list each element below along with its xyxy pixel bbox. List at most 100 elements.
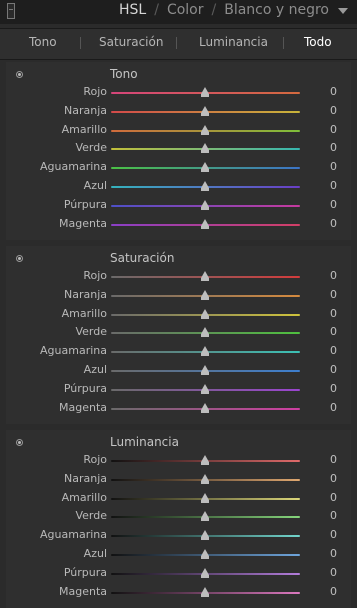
hsl-mode-link[interactable]: HSL bbox=[119, 2, 146, 18]
slider-row-saturacion-7: Magenta 0 bbox=[6, 400, 351, 418]
slider-label: Amarillo bbox=[61, 306, 107, 320]
slider-thumb[interactable] bbox=[201, 162, 209, 173]
slider-label: Magenta bbox=[58, 584, 107, 598]
slider-row-luminancia-0: Rojo 0 bbox=[6, 452, 351, 470]
slider-label: Amarillo bbox=[61, 122, 107, 136]
slider-label: Naranja bbox=[63, 103, 107, 117]
color-mode-link[interactable]: Color bbox=[167, 2, 204, 18]
slider-thumb[interactable] bbox=[201, 105, 209, 116]
target-adjust-icon[interactable] bbox=[16, 439, 23, 446]
tab-divider bbox=[176, 37, 177, 49]
slider-thumb[interactable] bbox=[201, 143, 209, 154]
tab-todo[interactable]: Todo bbox=[304, 35, 332, 49]
slider-row-tono-6: Púrpura 0 bbox=[6, 197, 351, 215]
slider-thumb[interactable] bbox=[201, 473, 209, 484]
panel-switch-icon[interactable] bbox=[7, 3, 15, 19]
slider-value[interactable]: 0 bbox=[330, 325, 337, 338]
slider-label: Verde bbox=[75, 141, 107, 155]
slider-value[interactable]: 0 bbox=[330, 217, 337, 230]
slider-thumb[interactable] bbox=[201, 289, 209, 300]
target-adjust-icon[interactable] bbox=[16, 255, 23, 262]
slider-value[interactable]: 0 bbox=[330, 472, 337, 485]
slider-value[interactable]: 0 bbox=[330, 269, 337, 282]
slider-label: Magenta bbox=[58, 216, 107, 230]
section-title: Saturación bbox=[110, 251, 175, 265]
slider-label: Púrpura bbox=[63, 381, 107, 395]
slider-value[interactable]: 0 bbox=[330, 566, 337, 579]
slider-thumb[interactable] bbox=[201, 455, 209, 465]
slider-thumb[interactable] bbox=[201, 346, 209, 357]
slider-thumb[interactable] bbox=[201, 199, 209, 210]
bw-mode-link[interactable]: Blanco y negro bbox=[224, 2, 329, 18]
slider-value[interactable]: 0 bbox=[330, 288, 337, 301]
slider-value[interactable]: 0 bbox=[330, 528, 337, 541]
slider-row-saturacion-4: Aguamarina 0 bbox=[6, 343, 351, 361]
slider-label: Púrpura bbox=[63, 565, 107, 579]
slider-row-tono-0: Rojo 0 bbox=[6, 84, 351, 102]
slider-label: Verde bbox=[75, 509, 107, 523]
slider-thumb[interactable] bbox=[201, 511, 209, 522]
slider-label: Aguamarina bbox=[40, 160, 107, 174]
slider-label: Naranja bbox=[63, 471, 107, 485]
slider-value[interactable]: 0 bbox=[330, 160, 337, 173]
tab-divider bbox=[80, 37, 81, 49]
slider-value[interactable]: 0 bbox=[330, 104, 337, 117]
slider-thumb[interactable] bbox=[201, 530, 209, 541]
slider-value[interactable]: 0 bbox=[330, 547, 337, 560]
slider-value[interactable]: 0 bbox=[330, 307, 337, 320]
tab-luminancia[interactable]: Luminancia bbox=[199, 35, 268, 49]
target-adjust-icon[interactable] bbox=[16, 71, 23, 78]
slider-thumb[interactable] bbox=[201, 365, 209, 375]
slider-value[interactable]: 0 bbox=[330, 123, 337, 136]
slider-thumb[interactable] bbox=[201, 124, 209, 135]
slider-row-tono-7: Magenta 0 bbox=[6, 216, 351, 234]
slider-row-luminancia-6: Púrpura 0 bbox=[6, 565, 351, 583]
slider-label: Amarillo bbox=[61, 490, 107, 504]
slider-row-saturacion-2: Amarillo 0 bbox=[6, 306, 351, 324]
slider-thumb[interactable] bbox=[201, 402, 209, 413]
slider-row-saturacion-1: Naranja 0 bbox=[6, 287, 351, 305]
slider-thumb[interactable] bbox=[201, 308, 209, 319]
slider-thumb[interactable] bbox=[201, 218, 209, 229]
slider-row-saturacion-5: Azul 0 bbox=[6, 362, 351, 380]
hsl-tab-bar: Tono Saturación Luminancia Todo bbox=[0, 28, 357, 60]
slider-thumb[interactable] bbox=[201, 327, 209, 338]
title-separator: / bbox=[154, 2, 159, 18]
slider-value[interactable]: 0 bbox=[330, 363, 337, 376]
tab-tono[interactable]: Tono bbox=[29, 35, 57, 49]
slider-thumb[interactable] bbox=[201, 549, 209, 559]
slider-label: Aguamarina bbox=[40, 528, 107, 542]
slider-label: Rojo bbox=[83, 85, 107, 98]
slider-value[interactable]: 0 bbox=[330, 85, 337, 98]
slider-value[interactable]: 0 bbox=[330, 401, 337, 414]
slider-value[interactable]: 0 bbox=[330, 585, 337, 598]
slider-label: Azul bbox=[83, 363, 107, 376]
slider-thumb[interactable] bbox=[201, 492, 209, 503]
collapse-panel-icon[interactable] bbox=[338, 8, 348, 14]
slider-value[interactable]: 0 bbox=[330, 141, 337, 154]
slider-value[interactable]: 0 bbox=[330, 344, 337, 357]
slider-value[interactable]: 0 bbox=[330, 453, 337, 466]
tab-saturacion[interactable]: Saturación bbox=[99, 35, 163, 49]
slider-thumb[interactable] bbox=[201, 586, 209, 597]
panel-title-bar: HSL / Color / Blanco y negro bbox=[119, 2, 329, 18]
slider-label: Rojo bbox=[83, 269, 107, 282]
slider-thumb[interactable] bbox=[201, 87, 209, 97]
slider-row-saturacion-6: Púrpura 0 bbox=[6, 381, 351, 399]
slider-row-luminancia-4: Aguamarina 0 bbox=[6, 527, 351, 545]
slider-row-tono-2: Amarillo 0 bbox=[6, 122, 351, 140]
slider-label: Verde bbox=[75, 325, 107, 339]
slider-value[interactable]: 0 bbox=[330, 509, 337, 522]
slider-row-luminancia-3: Verde 0 bbox=[6, 508, 351, 526]
slider-value[interactable]: 0 bbox=[330, 179, 337, 192]
slider-value[interactable]: 0 bbox=[330, 382, 337, 395]
slider-thumb[interactable] bbox=[201, 567, 209, 578]
slider-value[interactable]: 0 bbox=[330, 491, 337, 504]
slider-thumb[interactable] bbox=[201, 271, 209, 281]
section-tono: Tono Rojo 0 Naranja 0 Amarillo 0 Verde 0 Aguamari… bbox=[6, 62, 351, 240]
slider-label: Naranja bbox=[63, 287, 107, 301]
slider-thumb[interactable] bbox=[201, 383, 209, 394]
slider-thumb[interactable] bbox=[201, 181, 209, 191]
slider-value[interactable]: 0 bbox=[330, 198, 337, 211]
section-title: Luminancia bbox=[110, 435, 179, 449]
